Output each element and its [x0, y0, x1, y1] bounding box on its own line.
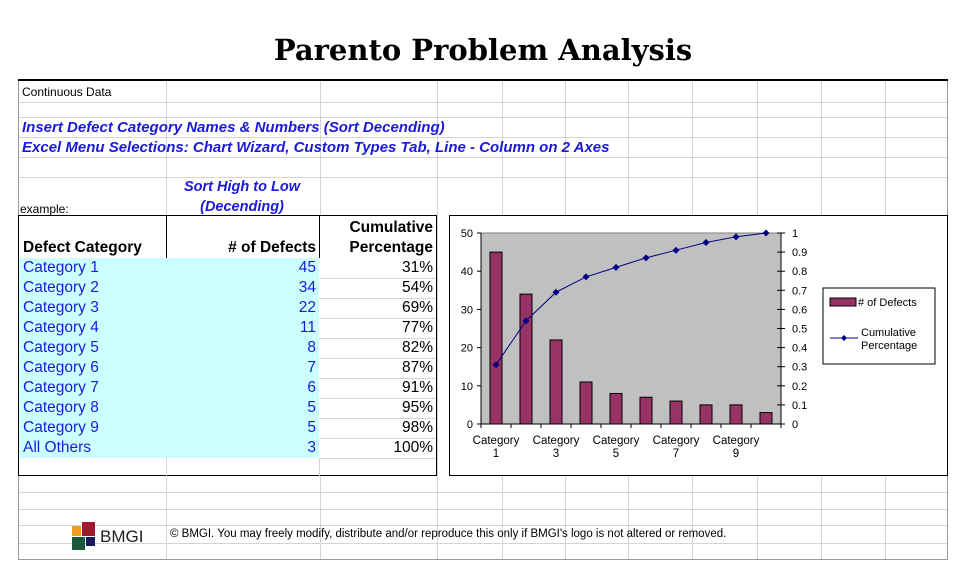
x-tick-label: Category	[713, 435, 760, 447]
sort-note-line-2: (Decending)	[200, 199, 284, 215]
bar-9	[729, 404, 743, 425]
bar-7	[669, 400, 683, 425]
defect-table: Defect Category # of Defects Cumulative …	[18, 215, 437, 476]
cell-defects[interactable]: 11	[19, 318, 316, 338]
bar-3	[549, 339, 563, 425]
x-tick-label-number: 5	[613, 448, 619, 460]
x-tick-label-number: 1	[493, 448, 499, 460]
table-row: Category 3 22 69%	[19, 298, 436, 318]
y-right-tick-label: 0.8	[792, 266, 807, 278]
cell-defects[interactable]: 5	[19, 418, 316, 438]
continuous-data-label: Continuous Data	[22, 85, 112, 99]
cell-cumulative[interactable]: 95%	[319, 398, 433, 418]
y-left-tick-label: 20	[461, 343, 473, 355]
copyright-notice: © BMGI. You may freely modify, distribut…	[170, 528, 727, 540]
cell-defects[interactable]: 6	[19, 378, 316, 398]
pareto-chart[interactable]: 0 10 20 30 40 50 0 0.1 0.2 0.3 0.4 0.5 0.6 0.7 0.8 0.9 1…	[449, 215, 948, 476]
x-tick-label: Category	[593, 435, 640, 447]
legend-label-cumulative-1: Cumulative	[861, 327, 916, 339]
table-row: All Others 3 100%	[19, 438, 436, 458]
y-right-tick-label: 0.7	[792, 285, 807, 297]
table-row: Category 8 5 95%	[19, 398, 436, 418]
y-right-tick-label: 0	[792, 419, 798, 431]
y-left-tick-label: 0	[467, 419, 473, 431]
chart-svg: 0 10 20 30 40 50 0 0.1 0.2 0.3 0.4 0.5 0.6 0.7 0.8 0.9 1…	[461, 228, 936, 460]
instruction-line-1: Insert Defect Category Names & Numbers (…	[22, 119, 445, 136]
y-left-tick-label: 50	[461, 228, 473, 240]
cell-cumulative[interactable]: 82%	[319, 338, 433, 358]
legend-label-cumulative-2: Percentage	[861, 340, 917, 352]
bar-10	[759, 412, 773, 425]
legend-bar-swatch	[829, 297, 857, 307]
cell-defects[interactable]: 5	[19, 398, 316, 418]
table-row: Category 7 6 91%	[19, 378, 436, 398]
bmgi-logo: BMGI	[72, 522, 162, 555]
table-row: Category 4 11 77%	[19, 318, 436, 338]
cell-cumulative[interactable]: 69%	[319, 298, 433, 318]
grid-row-line	[19, 509, 947, 510]
cell-cumulative[interactable]: 31%	[319, 258, 433, 278]
x-tick-label-number: 9	[733, 448, 739, 460]
header-cumulative-line-2: Percentage	[349, 239, 433, 256]
table-row: Category 2 34 54%	[19, 278, 436, 298]
y-right-tick-label: 1	[792, 228, 798, 240]
x-tick-label: Category	[653, 435, 700, 447]
y-left-tick-label: 10	[461, 381, 473, 393]
legend-label-defects: # of Defects	[858, 297, 917, 309]
grid-row-line	[19, 492, 947, 493]
y-right-tick-label: 0.3	[792, 362, 807, 374]
bar-1	[489, 251, 503, 425]
cell-defects[interactable]: 22	[19, 298, 316, 318]
cell-defects[interactable]: 45	[19, 258, 316, 278]
bmgi-logo-text: BMGI	[100, 527, 143, 546]
y-right-tick-label: 0.6	[792, 304, 807, 316]
example-label: example:	[20, 202, 69, 216]
y-left-tick-label: 30	[461, 304, 473, 316]
cell-defects[interactable]: 34	[19, 278, 316, 298]
cell-defects[interactable]: 3	[19, 438, 316, 458]
grid-row-line	[19, 117, 947, 118]
bar-4	[579, 381, 593, 425]
x-tick-label-number: 7	[673, 448, 679, 460]
table-row: Category 9 5 98%	[19, 418, 436, 438]
cell-defects[interactable]: 8	[19, 338, 316, 358]
cell-cumulative[interactable]: 77%	[319, 318, 433, 338]
x-tick-label-number: 3	[553, 448, 559, 460]
header-number-of-defects: # of Defects	[228, 239, 316, 256]
cell-cumulative[interactable]: 98%	[319, 418, 433, 438]
bar-2	[519, 293, 533, 425]
header-defect-category: Defect Category	[23, 239, 142, 256]
grid-row-line	[19, 177, 947, 178]
grid-row-line	[19, 157, 947, 158]
x-tick-label: Category	[473, 435, 520, 447]
bmgi-logo-icon: BMGI	[72, 522, 143, 550]
cell-cumulative[interactable]: 100%	[319, 438, 433, 458]
bar-5	[609, 392, 623, 425]
cell-cumulative[interactable]: 91%	[319, 378, 433, 398]
table-row: Category 6 7 87%	[19, 358, 436, 378]
title-divider	[18, 79, 948, 81]
y-right-tick-label: 0.4	[792, 343, 807, 355]
y-right-tick-label: 0.2	[792, 381, 807, 393]
x-tick-label: Category	[533, 435, 580, 447]
cell-defects[interactable]: 7	[19, 358, 316, 378]
table-row: Category 1 45 31%	[19, 258, 436, 278]
bar-6	[639, 396, 653, 425]
cell-cumulative[interactable]: 87%	[319, 358, 433, 378]
row-divider	[319, 458, 436, 459]
instruction-line-2: Excel Menu Selections: Chart Wizard, Cus…	[22, 139, 610, 156]
sort-note-line-1: Sort High to Low	[184, 179, 300, 195]
grid-row-line	[19, 137, 947, 138]
y-left-tick-label: 40	[461, 266, 473, 278]
grid-row-line	[19, 102, 947, 103]
y-right-tick-label: 0.9	[792, 247, 807, 259]
y-right-tick-label: 0.1	[792, 400, 807, 412]
page-title: Parento Problem Analysis	[18, 20, 948, 79]
cell-cumulative[interactable]: 54%	[319, 278, 433, 298]
y-right-tick-label: 0.5	[792, 324, 807, 336]
bar-8	[699, 404, 713, 425]
table-row: Category 5 8 82%	[19, 338, 436, 358]
header-cumulative-line-1: Cumulative	[349, 219, 433, 236]
